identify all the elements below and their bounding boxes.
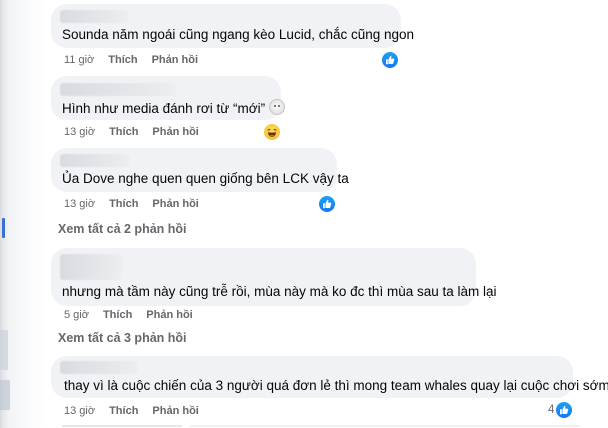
reply-action[interactable]: Phản hồi <box>152 54 198 66</box>
left-sidebar-edge <box>0 0 48 428</box>
author-name-blurred[interactable] <box>60 10 128 23</box>
like-action[interactable]: Thích <box>109 405 138 417</box>
like-reaction-icon[interactable] <box>319 196 335 212</box>
like-action[interactable]: Thích <box>109 198 138 210</box>
like-reaction-icon[interactable] <box>556 402 572 418</box>
comment-meta: 5 giờ Thích Phản hồi <box>64 309 193 321</box>
comment-time[interactable]: 13 giờ <box>64 405 95 417</box>
reply-action[interactable]: Phản hồi <box>146 309 192 321</box>
reaction-count[interactable]: 4 <box>548 404 554 416</box>
like-action[interactable]: Thích <box>109 126 138 138</box>
author-name-blurred[interactable] <box>60 254 122 280</box>
comment-meta: 11 giờ Thích Phản hồi <box>64 54 198 66</box>
comment-text: nhưng mà tầm này cũng trễ rồi, mùa này m… <box>62 284 497 299</box>
comment-bubble: Ủa Dove nghe quen quen giống bên LCK vậy… <box>51 148 349 192</box>
comment-time[interactable]: 11 giờ <box>64 54 94 66</box>
comment-text: thay vì là cuộc chiến của 3 người quá đơ… <box>64 378 608 393</box>
comment-text: Hình như media đánh rơi từ “mới” <box>62 99 286 117</box>
haha-reaction-icon[interactable] <box>264 124 280 140</box>
comment-meta: 13 giờ Thích Phản hồi <box>64 198 199 210</box>
comment-bubble: thay vì là cuộc chiến của 3 người quá đơ… <box>51 356 608 398</box>
comment-time[interactable]: 5 giờ <box>64 309 89 321</box>
like-action[interactable]: Thích <box>108 54 137 66</box>
like-action[interactable]: Thích <box>103 309 132 321</box>
like-reaction-icon[interactable] <box>382 52 398 68</box>
comment-bubble: Hình như media đánh rơi từ “mới” <box>51 76 286 120</box>
comment-text: Sounda năm ngoái cũng ngang kèo Lucid, c… <box>62 27 415 42</box>
comment-time[interactable]: 13 giờ <box>64 198 95 210</box>
comment-text: Ủa Dove nghe quen quen giống bên LCK vậy… <box>62 171 349 186</box>
view-replies-link[interactable]: Xem tất cả 3 phản hồi <box>58 331 187 345</box>
next-comment-edge <box>62 425 182 427</box>
comment-meta: 13 giờ Thích Phản hồi <box>64 126 199 138</box>
comment-bubble: nhưng mà tầm này cũng trễ rồi, mùa này m… <box>51 248 497 306</box>
sidebar-thumbnail <box>0 380 10 410</box>
view-replies-link[interactable]: Xem tất cả 2 phản hồi <box>58 222 187 236</box>
active-marker <box>2 218 5 238</box>
comment-time[interactable]: 13 giờ <box>64 126 95 138</box>
author-name-blurred[interactable] <box>60 361 138 374</box>
comment-bubble: Sounda năm ngoái cũng ngang kèo Lucid, c… <box>51 4 414 48</box>
neutral-face-emoji-icon <box>269 99 286 115</box>
reply-action[interactable]: Phản hồi <box>152 405 198 417</box>
reply-action[interactable]: Phản hồi <box>152 126 198 138</box>
sidebar-thumbnail <box>0 330 8 370</box>
author-name-blurred[interactable] <box>60 154 130 167</box>
next-comment-edge <box>190 425 580 427</box>
reply-action[interactable]: Phản hồi <box>152 198 198 210</box>
comment-meta: 13 giờ Thích Phản hồi <box>64 405 199 417</box>
author-name-blurred[interactable] <box>60 83 176 96</box>
